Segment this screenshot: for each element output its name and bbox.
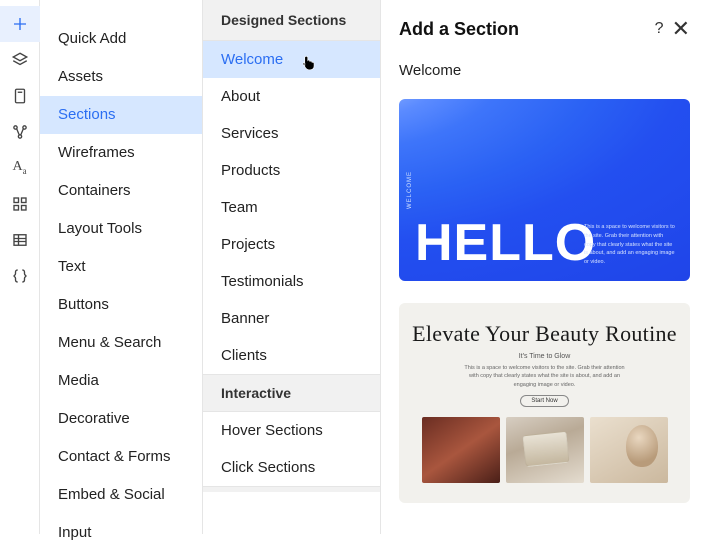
- category-wireframes[interactable]: Wireframes: [40, 134, 202, 172]
- preview-image-placeholder: [422, 417, 500, 483]
- table-icon[interactable]: [0, 222, 40, 258]
- panel-header: Add a Section ? ✕: [399, 18, 690, 40]
- preview-list: WELCOME HELLO This is a space to welcome…: [399, 99, 690, 513]
- page-icon[interactable]: [0, 78, 40, 114]
- categories-column: Quick Add Assets Sections Wireframes Con…: [40, 0, 203, 534]
- tool-rail: Aa: [0, 0, 40, 534]
- subcat-banner[interactable]: Banner: [203, 300, 380, 337]
- category-embed-social[interactable]: Embed & Social: [40, 476, 202, 514]
- preview-hello-small-text: This is a space to welcome visitors to t…: [584, 223, 676, 267]
- subcategories-column: Designed Sections Welcome About Services…: [203, 0, 381, 534]
- subcat-services[interactable]: Services: [203, 115, 380, 152]
- subcat-about[interactable]: About: [203, 78, 380, 115]
- preview-card-beauty[interactable]: Elevate Your Beauty Routine It's Time to…: [399, 303, 690, 503]
- braces-icon[interactable]: [0, 258, 40, 294]
- layers-icon[interactable]: [0, 42, 40, 78]
- panel-title: Add a Section: [399, 19, 519, 40]
- preview-card-hello[interactable]: WELCOME HELLO This is a space to welcome…: [399, 99, 690, 281]
- plus-icon[interactable]: [0, 6, 40, 42]
- section-name-label: Welcome: [399, 62, 690, 79]
- subcat-products[interactable]: Products: [203, 152, 380, 189]
- pointer-cursor-icon: [299, 53, 315, 75]
- preview-image-placeholder: [590, 417, 668, 483]
- subcat-testimonials[interactable]: Testimonials: [203, 263, 380, 300]
- category-text[interactable]: Text: [40, 248, 202, 286]
- category-media[interactable]: Media: [40, 362, 202, 400]
- category-contact-forms[interactable]: Contact & Forms: [40, 438, 202, 476]
- preview-beauty-headline: Elevate Your Beauty Routine: [412, 321, 677, 347]
- preview-beauty-images: [422, 417, 668, 483]
- preview-beauty-sub2: This is a space to welcome visitors to t…: [461, 364, 629, 389]
- category-decorative[interactable]: Decorative: [40, 400, 202, 438]
- category-quick-add[interactable]: Quick Add: [40, 20, 202, 58]
- group-header-designed: Designed Sections: [203, 0, 380, 41]
- category-menu-search[interactable]: Menu & Search: [40, 324, 202, 362]
- category-input[interactable]: Input: [40, 514, 202, 552]
- preview-image-placeholder: [506, 417, 584, 483]
- app-root: Aa Quick Add Assets Sections Wireframes …: [0, 0, 708, 534]
- preview-beauty-button: Start Now: [520, 395, 568, 407]
- type-icon[interactable]: Aa: [0, 150, 40, 186]
- group-header-interactive: Interactive: [203, 374, 380, 412]
- category-containers[interactable]: Containers: [40, 172, 202, 210]
- help-icon[interactable]: ?: [655, 21, 664, 37]
- subcat-welcome[interactable]: Welcome: [203, 41, 380, 78]
- subcat-clients[interactable]: Clients: [203, 337, 380, 374]
- preview-beauty-sub1: It's Time to Glow: [519, 353, 571, 360]
- main-panel: Add a Section ? ✕ Welcome WELCOME HELLO …: [381, 0, 708, 534]
- close-icon[interactable]: ✕: [672, 18, 690, 40]
- category-assets[interactable]: Assets: [40, 58, 202, 96]
- grid-icon[interactable]: [0, 186, 40, 222]
- preview-hello-big-text: HELLO: [415, 213, 596, 273]
- panel-actions: ? ✕: [655, 18, 690, 40]
- category-buttons[interactable]: Buttons: [40, 286, 202, 324]
- category-layout-tools[interactable]: Layout Tools: [40, 210, 202, 248]
- subcat-team[interactable]: Team: [203, 189, 380, 226]
- category-sections[interactable]: Sections: [40, 96, 202, 134]
- subcat-label: Welcome: [221, 51, 283, 68]
- subcat-projects[interactable]: Projects: [203, 226, 380, 263]
- group-divider: [203, 486, 380, 492]
- subcat-click-sections[interactable]: Click Sections: [203, 449, 380, 486]
- preview-hello-vertical-label: WELCOME: [407, 171, 413, 209]
- subcat-hover-sections[interactable]: Hover Sections: [203, 412, 380, 449]
- node-icon[interactable]: [0, 114, 40, 150]
